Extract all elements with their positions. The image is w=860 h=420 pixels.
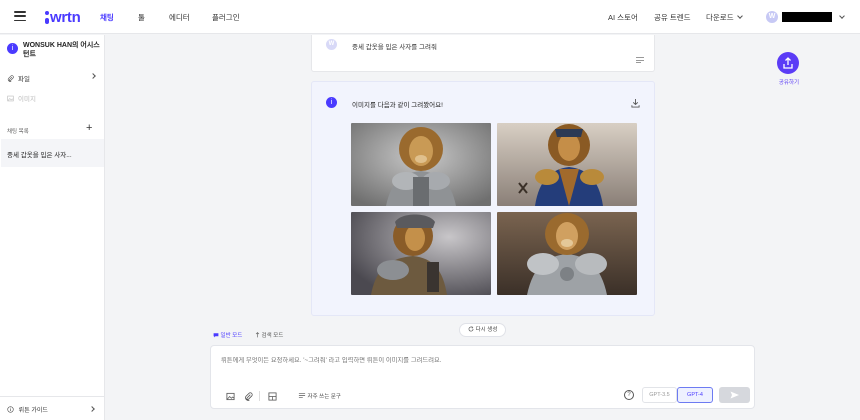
- logo-text: wrtn: [50, 8, 81, 26]
- frequent-phrases-label: 자주 쓰는 문구: [307, 394, 341, 400]
- image-upload-icon[interactable]: [226, 392, 235, 401]
- menu-icon[interactable]: [14, 11, 26, 22]
- info-icon: [7, 406, 14, 413]
- paperclip-icon[interactable]: [244, 392, 253, 401]
- assistant-profile[interactable]: i WONSUK HAN의 어시스턴트: [7, 41, 103, 59]
- image-icon: [7, 95, 14, 101]
- generated-image-4[interactable]: [497, 212, 637, 295]
- generated-image-3[interactable]: [351, 212, 491, 295]
- regenerate-button[interactable]: 다시 생성: [459, 323, 506, 337]
- search-mode-toggle[interactable]: 검색 모드: [255, 331, 283, 339]
- top-bar: wrtn 채팅 툴 에디터 플러그인 AI 스토어 공유 트렌드 다운로드 W: [0, 0, 860, 34]
- assistant-message: i 이미지를 다음과 같이 그려봤어요!: [311, 81, 655, 316]
- ai-store-link[interactable]: AI 스토어: [608, 12, 638, 23]
- user-message-avatar: W: [326, 39, 337, 50]
- model-gpt4-button[interactable]: GPT-4: [677, 387, 713, 403]
- lion-knight-image: [351, 123, 491, 206]
- chat-bubble-icon: [213, 333, 219, 338]
- general-mode-toggle[interactable]: 일반 모드: [213, 331, 242, 339]
- sidebar-item-files[interactable]: 파일: [7, 73, 97, 83]
- chat-list-item[interactable]: 중세 갑옷을 입은 사자...: [1, 139, 104, 167]
- model-gpt35-button[interactable]: GPT-3.5: [642, 387, 677, 403]
- template-icon[interactable]: [268, 392, 277, 401]
- search-mode-label: 검색 모드: [261, 333, 284, 339]
- chevron-down-icon: [736, 13, 743, 19]
- chevron-down-icon[interactable]: [839, 13, 845, 19]
- help-icon[interactable]: ?: [624, 390, 634, 400]
- prompt-input[interactable]: [221, 357, 621, 364]
- send-button[interactable]: [719, 387, 750, 403]
- user-avatar[interactable]: W: [766, 11, 778, 23]
- share-button[interactable]: [777, 52, 799, 74]
- wrtn-guide-link[interactable]: 뤼튼 가이드: [0, 396, 104, 420]
- tab-plugins[interactable]: 플러그인: [212, 12, 240, 23]
- assistant-message-text: 이미지를 다음과 같이 그려봤어요!: [352, 102, 443, 109]
- toolbar-divider: [259, 391, 260, 401]
- sidebar-item-images[interactable]: 이미지: [7, 93, 97, 103]
- share-icon: [783, 57, 793, 69]
- new-chat-plus-icon[interactable]: +: [86, 123, 92, 134]
- tab-editor[interactable]: 에디터: [169, 12, 190, 23]
- shared-trends-link[interactable]: 공유 트렌드: [654, 12, 691, 23]
- regenerate-label: 다시 생성: [475, 327, 498, 333]
- assistant-name: WONSUK HAN의 어시스턴트: [23, 42, 100, 58]
- arrow-up-icon: [255, 332, 260, 338]
- lion-knight-image: [497, 123, 637, 206]
- assistant-message-avatar: i: [326, 97, 337, 108]
- user-message-text: 중세 갑옷을 입은 사자를 그려줘: [352, 44, 437, 51]
- assistant-icon: i: [7, 43, 18, 54]
- copy-lines-icon[interactable]: [636, 56, 644, 63]
- chevron-right-icon: [89, 406, 95, 412]
- lion-knight-image: [497, 212, 637, 295]
- user-name-redacted[interactable]: [782, 12, 832, 22]
- lion-knight-image: [351, 212, 491, 295]
- generated-image-1[interactable]: [351, 123, 491, 206]
- list-icon: [298, 393, 306, 398]
- download-label: 다운로드: [706, 13, 734, 22]
- generated-image-2[interactable]: [497, 123, 637, 206]
- sidebar-item-label: 파일: [18, 76, 30, 83]
- refresh-icon: [468, 326, 474, 332]
- logo-mark-icon: [44, 10, 49, 24]
- guide-label: 뤼튼 가이드: [18, 408, 48, 414]
- sidebar-item-label: 이미지: [18, 96, 36, 103]
- wrtn-logo[interactable]: wrtn: [44, 8, 81, 26]
- tab-chat[interactable]: 채팅: [100, 12, 114, 23]
- download-icon[interactable]: [631, 98, 640, 108]
- share-label: 공유하기: [778, 80, 800, 86]
- send-icon: [730, 391, 739, 399]
- chevron-right-icon: [90, 73, 96, 79]
- paperclip-icon: [7, 74, 14, 82]
- download-menu[interactable]: 다운로드: [706, 12, 743, 23]
- chat-list-heading: 채팅 목록: [7, 129, 29, 135]
- prompt-composer: 자주 쓰는 문구 ? GPT-3.5 GPT-4: [210, 345, 755, 409]
- sidebar: i WONSUK HAN의 어시스턴트 파일 이미지 채팅 목록 + 중세 갑옷…: [0, 35, 105, 420]
- user-message: W 중세 갑옷을 입은 사자를 그려줘: [311, 35, 655, 72]
- frequent-phrases-button[interactable]: 자주 쓰는 문구: [298, 392, 341, 400]
- tab-tools[interactable]: 툴: [138, 12, 145, 23]
- general-mode-label: 일반 모드: [220, 333, 243, 339]
